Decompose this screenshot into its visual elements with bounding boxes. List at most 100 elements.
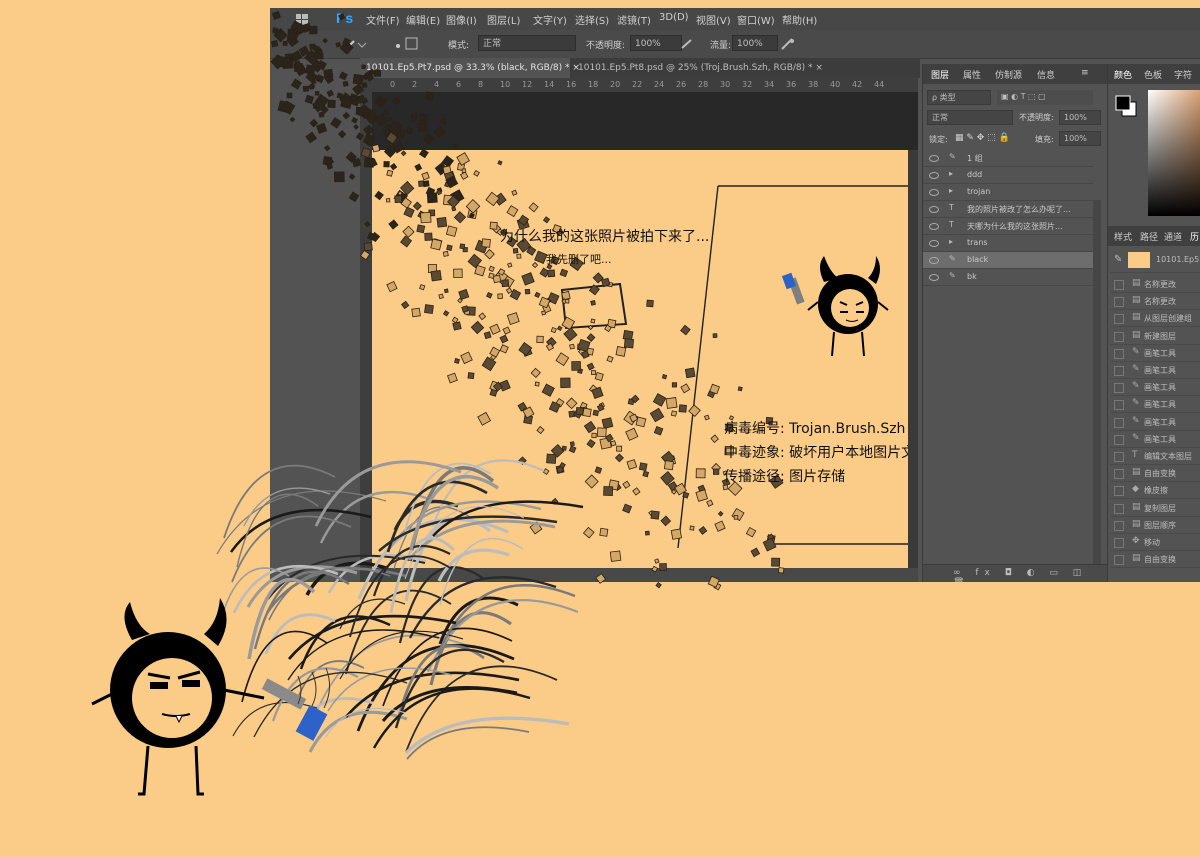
visibility-eye-icon[interactable] xyxy=(929,223,939,230)
history-checkbox[interactable] xyxy=(1114,400,1124,411)
layer-row[interactable]: ✎ black xyxy=(923,252,1093,269)
visibility-eye-icon[interactable] xyxy=(929,155,939,162)
history-item[interactable]: ▤ 名称更改 xyxy=(1110,276,1200,293)
color-picker-field[interactable] xyxy=(1148,90,1200,216)
history-item[interactable]: T 编辑文本图层 xyxy=(1110,448,1200,465)
menu-file[interactable]: 文件(F) xyxy=(366,12,400,27)
tab-history[interactable]: 历 xyxy=(1190,230,1199,243)
layer-row[interactable]: ▸ ddd xyxy=(923,167,1093,184)
history-item[interactable]: ▤ 自由变换 xyxy=(1110,551,1200,569)
visibility-eye-icon[interactable] xyxy=(929,257,939,264)
lock-icons[interactable]: ▦ ✎ ✥ ⬚ 🔒 xyxy=(955,133,1010,143)
history-item[interactable]: ✎ 画笔工具 xyxy=(1110,362,1200,379)
speech-line-1: 为什么我的这张照片被拍下来了... xyxy=(500,229,710,245)
history-checkbox[interactable] xyxy=(1114,417,1124,428)
history-checkbox[interactable] xyxy=(1114,486,1124,497)
layers-scrollbar[interactable] xyxy=(1093,200,1101,572)
layer-action-icons[interactable]: ∞ fx ◘ ◐ ▭ ◫ 🗑 xyxy=(953,568,1107,582)
history-checkbox[interactable] xyxy=(1114,503,1124,514)
history-checkbox[interactable] xyxy=(1114,555,1124,566)
history-item[interactable]: ▤ 自由变换 xyxy=(1110,465,1200,483)
visibility-eye-icon[interactable] xyxy=(929,274,939,281)
history-item[interactable]: ✎ 画笔工具 xyxy=(1110,345,1200,362)
mode-select[interactable]: 正常 xyxy=(478,35,576,51)
layer-opacity-input[interactable]: 100% xyxy=(1059,110,1101,125)
layer-row[interactable]: ▸ trojan xyxy=(923,184,1093,201)
history-checkbox[interactable] xyxy=(1114,383,1124,394)
flow-input[interactable]: 100% xyxy=(732,35,778,51)
foreground-background-color-icon[interactable] xyxy=(1114,94,1138,118)
history-item[interactable]: ▤ 新建图层 xyxy=(1110,328,1200,345)
visibility-eye-icon[interactable] xyxy=(929,240,939,247)
windows-logo-icon[interactable] xyxy=(296,14,308,26)
history-item[interactable]: ▤ 名称更改 xyxy=(1110,293,1200,311)
history-checkbox[interactable] xyxy=(1114,348,1124,359)
history-checkbox[interactable] xyxy=(1114,520,1124,531)
history-item[interactable]: ✎ 画笔工具 xyxy=(1110,431,1200,448)
tab-character[interactable]: 字符 xyxy=(1174,68,1192,81)
history-checkbox[interactable] xyxy=(1114,538,1124,548)
history-checkbox[interactable] xyxy=(1114,297,1124,308)
airbrush-icon[interactable] xyxy=(780,37,796,51)
menu-window[interactable]: 窗口(W) xyxy=(737,12,775,27)
layer-row[interactable]: T 天哪为什么我的这张照片... xyxy=(923,218,1093,235)
filter-icons[interactable]: ▣ ◐ T ⬚ ▢ xyxy=(997,90,1093,105)
brush-tool-icon[interactable] xyxy=(344,37,370,51)
history-item[interactable]: ◆ 橡皮擦 xyxy=(1110,482,1200,500)
tab-channels[interactable]: 通道 xyxy=(1164,230,1182,243)
tab-paths[interactable]: 路径 xyxy=(1140,230,1158,243)
menu-image[interactable]: 图像(I) xyxy=(446,12,477,27)
fill-input[interactable]: 100% xyxy=(1059,131,1101,146)
history-checkbox[interactable] xyxy=(1114,314,1124,325)
menu-view[interactable]: 视图(V) xyxy=(696,12,731,27)
tab-document-pt7[interactable]: 10101.Ep5.Pt7.psd @ 33.3% (black, RGB/8)… xyxy=(360,58,580,78)
menu-type[interactable]: 文字(Y) xyxy=(533,12,567,27)
tab-clone-source[interactable]: 仿制源 xyxy=(995,68,1022,81)
tab-layers[interactable]: 图层 xyxy=(931,68,949,81)
tab-color[interactable]: 颜色 xyxy=(1114,68,1132,81)
panel-menu-icon[interactable]: ≡ xyxy=(1081,68,1089,78)
layer-row[interactable]: ▸ trans xyxy=(923,235,1093,252)
history-item[interactable]: ✎ 画笔工具 xyxy=(1110,396,1200,414)
tab-info[interactable]: 信息 xyxy=(1037,68,1055,81)
history-checkbox[interactable] xyxy=(1114,280,1124,290)
layer-row[interactable]: T 我的照片被改了怎么办呢了... xyxy=(923,201,1093,218)
history-item[interactable]: ▤ 图层顺序 xyxy=(1110,517,1200,534)
pressure-opacity-icon[interactable] xyxy=(680,38,694,50)
menu-help[interactable]: 帮助(H) xyxy=(782,12,817,27)
tab-swatches[interactable]: 色板 xyxy=(1144,68,1162,81)
menu-edit[interactable]: 编辑(E) xyxy=(406,12,440,27)
tab-properties[interactable]: 属性 xyxy=(963,68,981,81)
visibility-eye-icon[interactable] xyxy=(929,206,939,213)
ruler-tick: 12 xyxy=(522,80,533,89)
menu-filter[interactable]: 滤镜(T) xyxy=(617,12,651,27)
menu-3d[interactable]: 3D(D) xyxy=(659,12,689,23)
history-checkbox[interactable] xyxy=(1114,331,1124,342)
layers-panel-tabs: 图层 属性 仿制源 信息 ≡ xyxy=(923,64,1107,84)
history-snapshot[interactable]: ✎ 10101.Ep5.Pt7 xyxy=(1110,250,1200,273)
brush-size-icon[interactable] xyxy=(392,37,422,51)
snapshot-label: 10101.Ep5.Pt7 xyxy=(1156,255,1200,264)
history-checkbox[interactable] xyxy=(1114,434,1124,445)
tab-styles[interactable]: 样式 xyxy=(1114,230,1132,243)
visibility-eye-icon[interactable] xyxy=(929,172,939,179)
history-checkbox[interactable] xyxy=(1114,366,1124,376)
history-checkbox[interactable] xyxy=(1114,469,1124,480)
document-canvas[interactable] xyxy=(372,150,908,568)
canvas-vertical-scrollbar[interactable] xyxy=(908,150,918,568)
menu-layer[interactable]: 图层(L) xyxy=(487,12,520,27)
tab-document-pt8[interactable]: 10101.Ep5.Pt8.psd @ 25% (Troj.Brush.Szh,… xyxy=(572,58,823,78)
history-item[interactable]: ✥ 移动 xyxy=(1110,534,1200,551)
history-item[interactable]: ▤ 从图层创建组 xyxy=(1110,310,1200,328)
history-item[interactable]: ✎ 画笔工具 xyxy=(1110,414,1200,431)
menu-select[interactable]: 选择(S) xyxy=(575,12,609,27)
blend-mode-select[interactable]: 正常 xyxy=(927,110,1013,125)
history-item[interactable]: ▤ 复制图层 xyxy=(1110,500,1200,517)
opacity-input[interactable]: 100% xyxy=(630,35,682,51)
history-checkbox[interactable] xyxy=(1114,452,1124,462)
history-item[interactable]: ✎ 画笔工具 xyxy=(1110,379,1200,397)
layer-row[interactable]: ✎ 1 组 xyxy=(923,150,1093,167)
layer-filter-select[interactable]: ρ 类型 xyxy=(927,90,991,105)
visibility-eye-icon[interactable] xyxy=(929,189,939,196)
layer-row[interactable]: ✎ bk xyxy=(923,269,1093,286)
